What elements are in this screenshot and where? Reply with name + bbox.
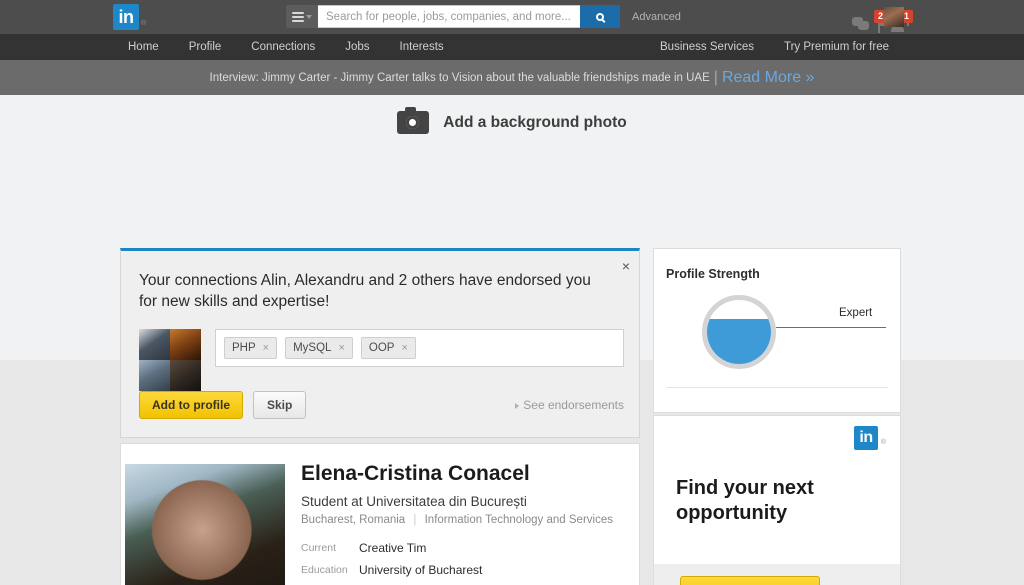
nav-item-jobs[interactable]: Jobs	[330, 34, 384, 60]
nav-item-profile[interactable]: Profile	[174, 34, 237, 60]
nav-left-group: Home Profile Connections Jobs Interests	[113, 34, 459, 60]
fact-label: Education	[301, 563, 359, 577]
nav-right-group: Business Services Try Premium for free	[645, 34, 904, 60]
profile-meta: Bucharest, Romania | Information Technol…	[301, 514, 613, 526]
profile-card: Elena-Cristina Conacel Student at Univer…	[120, 443, 640, 585]
promo-separator: |	[714, 69, 718, 87]
remove-skill-icon[interactable]: ×	[263, 342, 269, 354]
profile-industry: Information Technology and Services	[425, 514, 613, 526]
divider	[666, 387, 888, 388]
page-title: Elena-Cristina Conacel	[301, 462, 530, 486]
remove-skill-icon[interactable]: ×	[338, 342, 344, 354]
nav-item-home[interactable]: Home	[113, 34, 174, 60]
fact-value[interactable]: Creative Tim	[359, 541, 426, 555]
see-endorsements-link[interactable]: See endorsements	[515, 398, 624, 412]
skill-tag-mysql[interactable]: MySQL ×	[285, 337, 353, 359]
nav-item-interests[interactable]: Interests	[385, 34, 459, 60]
search-icon	[596, 13, 604, 21]
skill-tag-oop[interactable]: OOP ×	[361, 337, 416, 359]
user-avatar[interactable]	[884, 7, 904, 27]
profile-strength-card: Profile Strength Expert	[653, 248, 901, 413]
endorser-photo-1[interactable]	[139, 329, 170, 360]
hamburger-filter-icon	[292, 10, 304, 24]
advanced-search-link[interactable]: Advanced	[632, 11, 681, 23]
add-to-profile-button[interactable]: Add to profile	[139, 391, 243, 419]
page-body: Add a background photo × Your connection…	[0, 95, 1024, 585]
triangle-right-icon	[515, 403, 519, 409]
main-navigation: Home Profile Connections Jobs Interests …	[0, 34, 1024, 60]
promo-banner-text: Interview: Jimmy Carter - Jimmy Carter t…	[210, 72, 710, 84]
endorsement-actions: Add to profile Skip See endorsements	[139, 391, 624, 419]
fact-label: Current	[301, 541, 359, 555]
endorser-photo-2[interactable]	[170, 329, 201, 360]
fact-row-education: Education University of Bucharest	[301, 563, 482, 577]
endorsement-card: × Your connections Alin, Alexandru and 2…	[120, 248, 640, 438]
skill-label: MySQL	[293, 342, 331, 354]
linkedin-logo: in	[854, 426, 878, 450]
top-bar: in ® Advanced 2 1	[0, 0, 1024, 34]
skill-tag-php[interactable]: PHP ×	[224, 337, 277, 359]
profile-strength-meter[interactable]: Expert	[654, 295, 900, 387]
remove-skill-icon[interactable]: ×	[401, 342, 407, 354]
search-filter-dropdown[interactable]	[286, 5, 318, 28]
find-opportunity-headline: Find your next opportunity	[676, 476, 866, 526]
nav-item-connections[interactable]: Connections	[236, 34, 330, 60]
skills-input-box[interactable]: PHP × MySQL × OOP ×	[215, 329, 624, 367]
profile-facts: Current Creative Tim Education Universit…	[301, 541, 482, 585]
find-opportunity-card: in ® Find your next opportunity Update y…	[653, 415, 901, 585]
add-background-photo-cta[interactable]: Add a background photo	[0, 95, 1024, 150]
skill-label: OOP	[369, 342, 395, 354]
skill-label: PHP	[232, 342, 256, 354]
profile-strength-title: Profile Strength	[666, 267, 900, 281]
meta-divider: |	[413, 514, 416, 526]
close-icon[interactable]: ×	[622, 259, 630, 273]
fact-row-current: Current Creative Tim	[301, 541, 482, 555]
logo-trademark: ®	[141, 20, 146, 27]
linkedin-logo[interactable]: in	[113, 4, 139, 30]
skip-button[interactable]: Skip	[253, 391, 306, 419]
nav-item-try-premium[interactable]: Try Premium for free	[769, 34, 904, 60]
search-button[interactable]	[580, 5, 620, 28]
chevron-down-icon	[306, 15, 312, 19]
endorser-photo-3[interactable]	[139, 360, 170, 391]
search-input[interactable]	[318, 5, 580, 28]
nav-item-business-services[interactable]: Business Services	[645, 34, 769, 60]
update-your-profile-button[interactable]: Update your profile	[680, 576, 820, 585]
logo-trademark: ®	[881, 439, 886, 446]
profile-headline: Student at Universitatea din București	[301, 494, 527, 509]
strength-gauge-fill	[707, 319, 771, 364]
search-bar: Advanced	[286, 5, 681, 28]
profile-photo[interactable]	[125, 464, 285, 585]
promo-banner: Interview: Jimmy Carter - Jimmy Carter t…	[0, 60, 1024, 95]
endorser-photo-4[interactable]	[170, 360, 201, 391]
fact-value[interactable]: University of Bucharest	[359, 563, 482, 577]
see-endorsements-label: See endorsements	[523, 398, 624, 412]
strength-level-label: Expert	[839, 307, 872, 319]
camera-icon	[397, 111, 429, 134]
strength-callout-line	[776, 327, 886, 328]
endorsement-body: PHP × MySQL × OOP ×	[139, 329, 639, 391]
endorser-photo-grid	[139, 329, 201, 391]
strength-gauge-circle	[702, 295, 776, 369]
endorsement-headline: Your connections Alin, Alexandru and 2 o…	[139, 271, 595, 313]
promo-read-more-link[interactable]: Read More »	[722, 69, 815, 87]
add-background-photo-label: Add a background photo	[443, 114, 626, 132]
profile-location: Bucharest, Romania	[301, 514, 405, 526]
find-opportunity-cta-strip: Update your profile	[654, 564, 900, 585]
